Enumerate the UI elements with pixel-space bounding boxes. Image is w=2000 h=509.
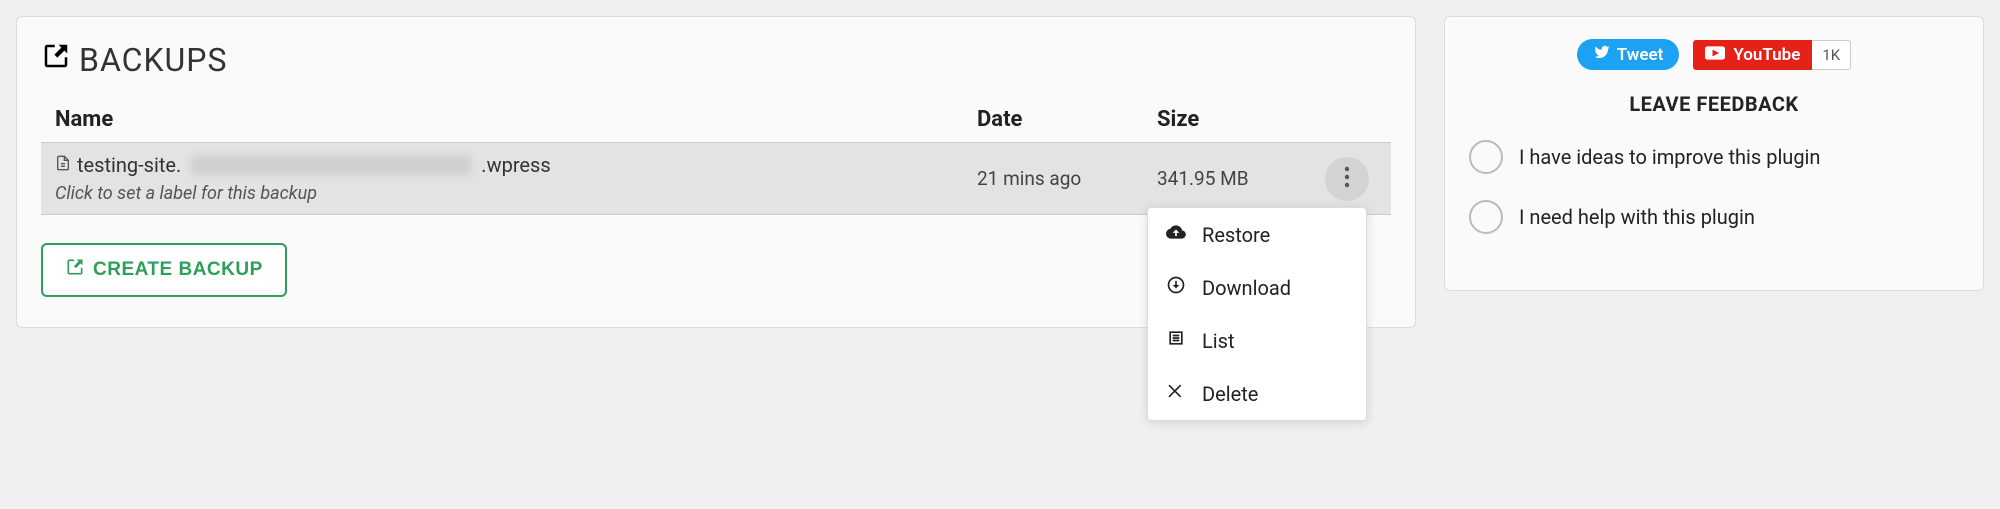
col-actions	[1317, 107, 1377, 132]
backups-table: Name Date Size testing-site. .wpress Cli…	[41, 97, 1391, 215]
export-icon	[65, 257, 85, 283]
dropdown-download[interactable]: Download	[1148, 261, 1366, 314]
radio-icon	[1469, 140, 1503, 174]
backups-panel: BACKUPS Name Date Size testing-site.	[16, 16, 1416, 328]
create-backup-label: CREATE BACKUP	[93, 259, 263, 281]
youtube-label: YouTube	[1733, 45, 1800, 65]
export-icon	[41, 41, 71, 79]
social-row: Tweet YouTube 1K	[1469, 39, 1959, 70]
file-icon	[55, 153, 71, 177]
feedback-title: LEAVE FEEDBACK	[1469, 92, 1959, 116]
list-icon	[1166, 328, 1186, 353]
dropdown-restore[interactable]: Restore	[1148, 208, 1366, 261]
cell-name[interactable]: testing-site. .wpress Click to set a lab…	[55, 153, 977, 204]
cell-date: 21 mins ago	[977, 167, 1157, 190]
label-hint[interactable]: Click to set a label for this backup	[55, 183, 977, 204]
twitter-icon	[1593, 43, 1611, 66]
tweet-button[interactable]: Tweet	[1577, 39, 1680, 70]
col-name: Name	[55, 107, 977, 132]
dropdown-delete-label: Delete	[1202, 382, 1258, 406]
cell-size: 341.95 MB	[1157, 167, 1317, 190]
tweet-label: Tweet	[1617, 45, 1664, 65]
dropdown-restore-label: Restore	[1202, 223, 1270, 247]
file-name: testing-site. .wpress	[55, 153, 977, 177]
row-actions-button[interactable]	[1325, 157, 1369, 201]
row-actions-dropdown: Restore Download List Delete	[1147, 207, 1367, 421]
youtube-button[interactable]: YouTube	[1693, 40, 1812, 70]
table-header: Name Date Size	[41, 97, 1391, 142]
feedback-option-ideas[interactable]: I have ideas to improve this plugin	[1469, 140, 1959, 174]
download-icon	[1166, 275, 1186, 300]
sidebar-panel: Tweet YouTube 1K LEAVE FEEDBACK I have i…	[1444, 16, 1984, 291]
backups-title: BACKUPS	[41, 41, 1391, 79]
dropdown-list[interactable]: List	[1148, 314, 1366, 367]
col-date: Date	[977, 107, 1157, 132]
feedback-option-label: I have ideas to improve this plugin	[1519, 145, 1820, 169]
youtube-group: YouTube 1K	[1693, 40, 1851, 70]
dropdown-list-label: List	[1202, 329, 1235, 353]
backups-title-text: BACKUPS	[79, 41, 227, 79]
feedback-option-label: I need help with this plugin	[1519, 205, 1755, 229]
file-prefix: testing-site.	[77, 153, 181, 177]
radio-icon	[1469, 200, 1503, 234]
delete-icon	[1166, 381, 1186, 406]
dropdown-download-label: Download	[1202, 276, 1291, 300]
table-row: testing-site. .wpress Click to set a lab…	[41, 142, 1391, 215]
create-backup-button[interactable]: CREATE BACKUP	[41, 243, 287, 297]
blurred-text	[191, 155, 471, 175]
dropdown-delete[interactable]: Delete	[1148, 367, 1366, 420]
file-suffix: .wpress	[481, 153, 550, 177]
col-size: Size	[1157, 107, 1317, 132]
more-vertical-icon	[1344, 166, 1350, 192]
feedback-option-help[interactable]: I need help with this plugin	[1469, 200, 1959, 234]
youtube-icon	[1705, 45, 1725, 65]
youtube-count: 1K	[1812, 40, 1851, 70]
cloud-restore-icon	[1166, 222, 1186, 247]
